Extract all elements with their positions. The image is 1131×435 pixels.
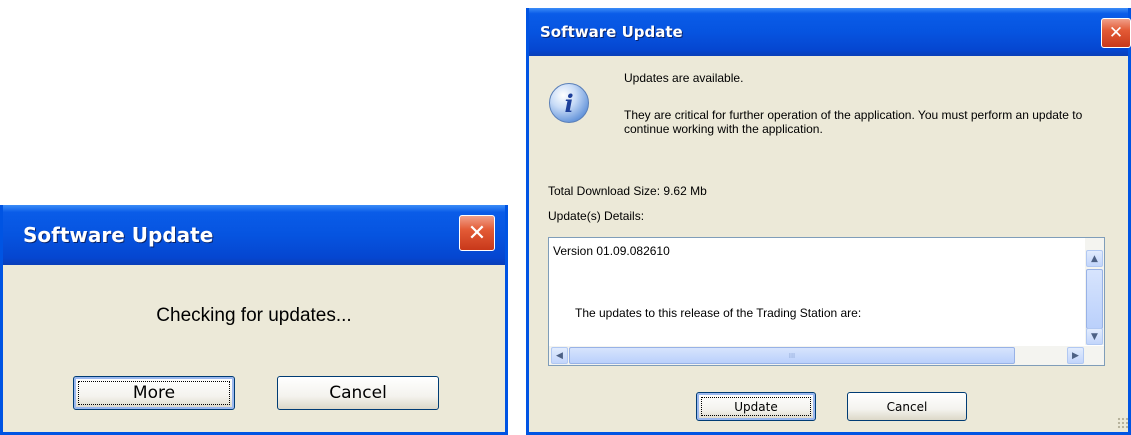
vertical-scroll-thumb[interactable] [1086, 269, 1103, 329]
horizontal-scroll-thumb[interactable]: III [569, 347, 1015, 364]
update-dialog-close-button[interactable]: ✕ [1101, 18, 1131, 48]
update-dialog-title: Software Update [540, 23, 683, 41]
arrow-right-icon: ▶ [1072, 350, 1079, 361]
update-dialog: Software Update ✕ i Updates are availabl… [526, 8, 1131, 435]
scroll-right-button[interactable]: ▶ [1067, 347, 1084, 364]
checking-dialog-titlebar[interactable]: Software Update [3, 205, 505, 265]
close-icon: ✕ [1108, 23, 1124, 43]
checking-dialog: Software Update ✕ Checking for updates..… [0, 205, 508, 435]
update-cancel-button[interactable]: Cancel [847, 392, 967, 421]
scroll-up-button[interactable]: ▲ [1086, 250, 1103, 267]
details-line-intro: The updates to this release of the Tradi… [575, 306, 862, 320]
update-dialog-titlebar[interactable]: Software Update [529, 8, 1128, 56]
updates-available-text: Updates are available. [624, 71, 744, 85]
resize-grip[interactable] [1117, 417, 1129, 429]
update-details-box[interactable]: Version 01.09.082610 The updates to this… [548, 237, 1105, 366]
more-button-label: More [132, 383, 176, 403]
more-button[interactable]: More [73, 376, 235, 410]
scroll-left-button[interactable]: ◀ [551, 347, 568, 364]
update-button[interactable]: Update [696, 392, 816, 421]
download-size-text: Total Download Size: 9.62 Mb [548, 184, 707, 198]
info-icon-glyph: i [564, 88, 574, 118]
arrow-down-icon: ▼ [1091, 331, 1098, 342]
arrow-up-icon: ▲ [1091, 253, 1098, 264]
details-line-version: Version 01.09.082610 [553, 244, 670, 258]
close-icon: ✕ [467, 220, 487, 246]
cancel-button[interactable]: Cancel [277, 376, 439, 410]
checking-message: Checking for updates... [156, 305, 352, 326]
update-button-label: Update [734, 399, 778, 414]
update-cancel-button-label: Cancel [886, 399, 928, 414]
cancel-button-label: Cancel [329, 383, 387, 403]
critical-update-text: They are critical for further operation … [624, 108, 1083, 136]
arrow-left-icon: ◀ [556, 350, 563, 361]
checking-dialog-title: Software Update [23, 223, 214, 247]
checking-dialog-close-button[interactable]: ✕ [459, 215, 495, 251]
details-label: Update(s) Details: [548, 209, 645, 223]
scroll-thumb-grip: III [788, 351, 796, 360]
info-icon: i [549, 83, 589, 123]
scroll-down-button[interactable]: ▼ [1086, 328, 1103, 345]
